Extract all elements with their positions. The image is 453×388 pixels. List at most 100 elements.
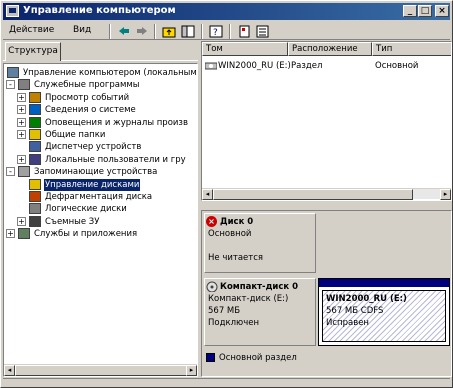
properties-icon[interactable] xyxy=(237,24,253,39)
tree-node[interactable]: Диспетчер устройств xyxy=(4,141,197,153)
volume-list[interactable]: Том Расположение Тип WIN2000_RU (E:) Раз… xyxy=(201,41,452,201)
console-tree[interactable]: ◂ ▸ Управление компьютером (локальным) - С… xyxy=(3,63,198,377)
help-icon[interactable]: ? xyxy=(208,24,224,39)
tree-node[interactable]: Дефрагментация диска xyxy=(4,191,197,203)
title-bar[interactable]: Управление компьютером _ □ × xyxy=(3,3,450,20)
expand-icon[interactable]: + xyxy=(17,92,26,102)
forward-arrow-icon[interactable] xyxy=(134,24,150,39)
disk0-label[interactable]: × Диск 0 Основной Не читается xyxy=(204,213,316,273)
tree-node-label: Съемные ЗУ xyxy=(45,216,100,227)
scroll-thumb[interactable] xyxy=(213,189,413,200)
partition-status: Исправен xyxy=(326,318,369,328)
close-button[interactable]: × xyxy=(435,5,449,17)
tree-node-label: Оповещения и журналы произв xyxy=(45,117,188,128)
tree-node[interactable]: + Оповещения и журналы произв xyxy=(4,116,197,129)
volume-location: Раздел xyxy=(291,61,323,71)
console-tree-pane: Структура ◂ ▸ Управление компьютером (ло… xyxy=(3,41,198,377)
partition-detail: 567 МБ CDFS xyxy=(326,306,384,316)
tree-node[interactable]: - Служебные программы xyxy=(4,79,197,91)
cdrom-icon xyxy=(206,281,218,296)
logical-drives-icon xyxy=(29,203,41,215)
storage-icon xyxy=(18,166,30,178)
computer-icon xyxy=(7,67,19,78)
export-icon[interactable] xyxy=(255,24,271,39)
tree-node[interactable]: + Локальные пользователи и гру xyxy=(4,153,197,166)
list-horizontal-scrollbar[interactable]: ◂ ▸ xyxy=(202,188,451,200)
tree-node[interactable]: + Просмотр событий xyxy=(4,91,197,104)
expand-icon[interactable]: + xyxy=(17,117,26,127)
maximize-button[interactable]: □ xyxy=(418,5,432,17)
column-header-location[interactable]: Расположение xyxy=(288,42,372,56)
legend: Основной раздел xyxy=(204,351,450,365)
tree-horizontal-scrollbar[interactable]: ◂ ▸ xyxy=(4,364,197,376)
partition-content: WIN2000_RU (E:) 567 МБ CDFS Исправен xyxy=(322,290,446,342)
toolbar-separator xyxy=(201,24,203,39)
toolbar-separator xyxy=(229,24,231,39)
disk-graphical-view: × Диск 0 Основной Не читается Компакт-ди… xyxy=(201,210,452,377)
services-icon xyxy=(18,228,30,240)
up-folder-icon[interactable] xyxy=(161,24,177,39)
svg-text:?: ? xyxy=(213,28,218,38)
scroll-right-arrow-icon[interactable]: ▸ xyxy=(186,365,197,376)
tab-tree[interactable]: Структура xyxy=(5,42,61,61)
expand-icon[interactable]: + xyxy=(17,105,26,115)
scroll-left-arrow-icon[interactable]: ◂ xyxy=(4,365,15,376)
tab-bar: Структура xyxy=(3,41,198,61)
toolbar-separator xyxy=(109,24,111,39)
tree-node-label: Управление дисками xyxy=(44,178,141,191)
tree-node[interactable]: Управление компьютером (локальным) xyxy=(4,67,198,79)
defrag-icon xyxy=(29,191,41,202)
tree-node-label: Диспетчер устройств xyxy=(45,142,142,153)
scroll-left-arrow-icon[interactable]: ◂ xyxy=(202,189,213,200)
disk0-space xyxy=(318,213,450,273)
back-arrow-icon[interactable] xyxy=(116,24,132,39)
tree-node[interactable]: Управление дисками xyxy=(4,178,197,191)
column-header-type[interactable]: Тип xyxy=(372,42,451,56)
column-header-volume[interactable]: Том xyxy=(202,42,288,56)
primary-partition-bar xyxy=(319,279,449,287)
minimize-button[interactable]: _ xyxy=(403,5,417,17)
status-bar xyxy=(3,378,450,387)
menu-view[interactable]: Вид xyxy=(73,25,91,35)
disk0-name: Диск 0 xyxy=(220,217,254,227)
partition-win2000-ru[interactable]: WIN2000_RU (E:) 567 МБ CDFS Исправен xyxy=(318,278,450,346)
tree-node[interactable]: - Запоминающие устройства xyxy=(4,166,197,178)
tools-icon xyxy=(18,79,30,91)
menu-action[interactable]: Действие xyxy=(9,25,54,35)
cdrom0-name: Компакт-диск 0 xyxy=(220,282,299,292)
tree-node-label: Служебные программы xyxy=(34,80,140,91)
tree-node[interactable]: + Сведения о системе xyxy=(4,104,197,116)
tree-node[interactable]: + Службы и приложения xyxy=(4,228,197,240)
disk-error-icon: × xyxy=(206,216,217,227)
expand-icon[interactable]: + xyxy=(17,154,26,164)
alerts-icon xyxy=(29,116,41,128)
tree-node[interactable]: + Общие папки xyxy=(4,129,197,141)
event-viewer-icon xyxy=(29,91,41,103)
tree-node[interactable]: Логические диски xyxy=(4,203,197,215)
cdrom0-label[interactable]: Компакт-диск 0 Компакт-диск (E:) 567 МБ … xyxy=(204,278,316,346)
device-manager-icon xyxy=(29,141,41,153)
system-info-icon xyxy=(29,104,41,116)
collapse-icon[interactable]: - xyxy=(6,167,15,177)
cdrom-volume-icon xyxy=(204,60,218,71)
tree-node-label: Дефрагментация диска xyxy=(45,192,153,202)
tree-node[interactable]: + Съемные ЗУ xyxy=(4,215,197,228)
expand-icon[interactable]: + xyxy=(17,130,26,139)
expand-icon[interactable]: + xyxy=(17,216,26,226)
tree-node-label: Службы и приложения xyxy=(34,229,138,240)
console-tree-icon[interactable] xyxy=(180,24,196,39)
cdrom0-status: Подключен xyxy=(208,318,259,328)
removable-storage-icon xyxy=(29,215,41,227)
scroll-right-arrow-icon[interactable]: ▸ xyxy=(440,189,451,200)
tree-node-label: Сведения о системе xyxy=(45,105,136,116)
tree-node-label: Запоминающие устройства xyxy=(34,167,158,178)
tree-node-label: Управление компьютером (локальным) xyxy=(23,68,198,78)
expand-icon[interactable]: + xyxy=(6,229,15,239)
toolbar-separator xyxy=(154,24,156,39)
volume-type: Основной xyxy=(375,61,419,71)
collapse-icon[interactable]: - xyxy=(6,80,15,90)
scroll-thumb[interactable] xyxy=(15,365,187,376)
computer-management-icon xyxy=(6,5,19,17)
tree-node-label: Локальные пользователи и гру xyxy=(45,154,186,165)
disk0-status: Не читается xyxy=(208,253,263,263)
